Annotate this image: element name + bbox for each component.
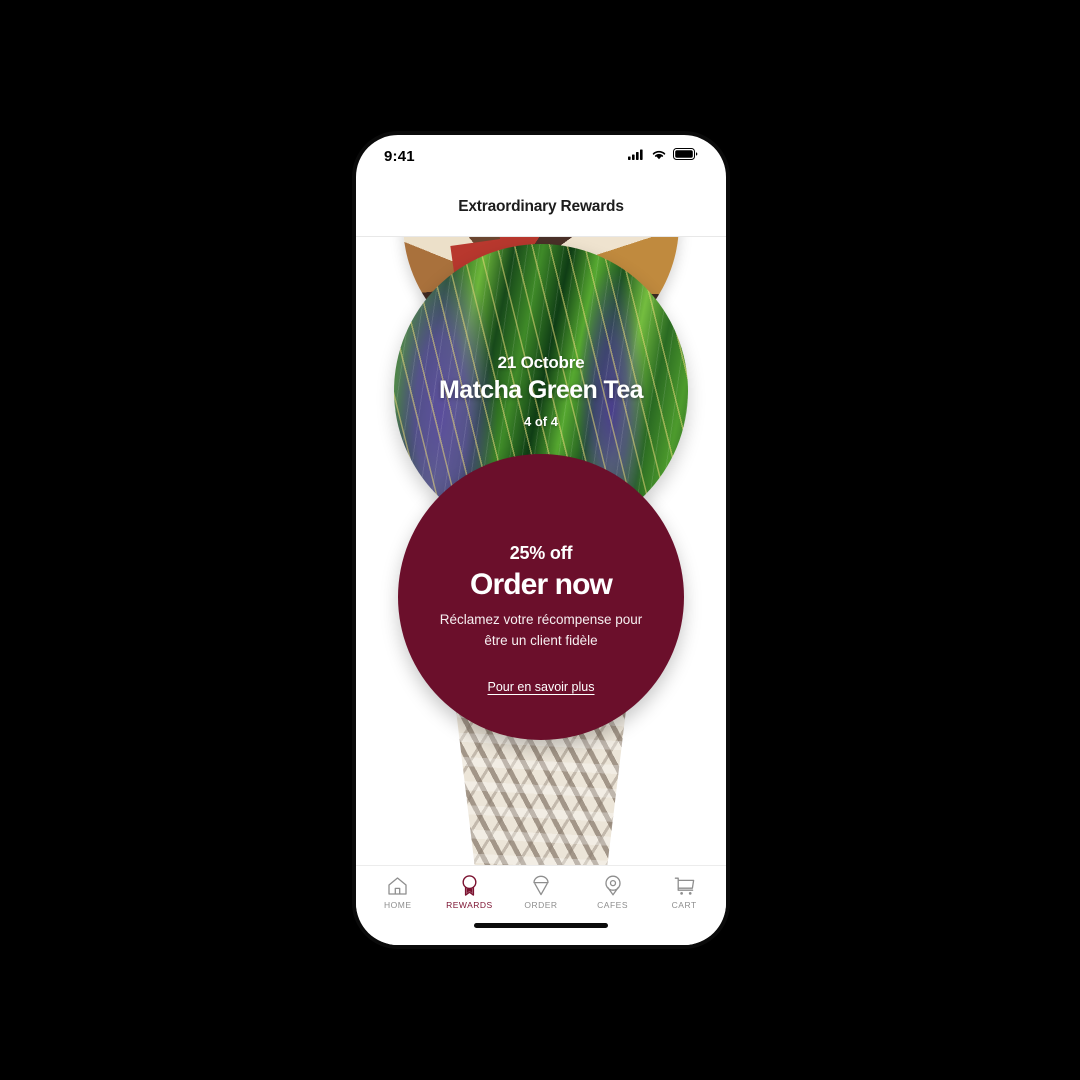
- screenshot-root: 9:41 Extraordinary Rewards 21 Octobre Ma…: [0, 0, 1080, 1080]
- status-bar-time: 9:41: [384, 147, 415, 165]
- cellular-signal-icon: [628, 147, 645, 165]
- phone-screen: 9:41 Extraordinary Rewards 21 Octobre Ma…: [356, 135, 726, 945]
- order-discount: 25% off: [509, 542, 573, 563]
- ice-cream-cone-icon: [532, 874, 550, 896]
- shopping-cart-icon: [674, 874, 695, 896]
- app-header: Extraordinary Rewards: [356, 177, 726, 237]
- page-title: Extraordinary Rewards: [458, 197, 624, 215]
- wifi-icon: [651, 147, 667, 165]
- nav-item-rewards[interactable]: REWARDS: [436, 874, 502, 910]
- matcha-date: 21 Octobre: [497, 353, 585, 372]
- status-bar: 9:41: [356, 135, 726, 177]
- order-description: Réclamez votre récompense pour être un c…: [439, 611, 643, 648]
- nav-label-cart: CART: [671, 899, 697, 910]
- home-icon: [387, 874, 408, 896]
- award-ribbon-icon: [460, 874, 479, 896]
- status-bar-icons: [628, 147, 698, 165]
- nav-item-home[interactable]: HOME: [365, 874, 431, 910]
- bottom-navigation-bar: HOME REWARDS ORDER CAFES CART: [356, 865, 726, 917]
- order-scoop-text: 25% off Order now Réclamez votre récompe…: [398, 543, 684, 652]
- nav-item-cart[interactable]: CART: [651, 874, 717, 910]
- nav-label-cafes: CAFES: [597, 899, 628, 910]
- nav-label-order: ORDER: [524, 899, 558, 910]
- nav-item-cafes[interactable]: CAFES: [580, 874, 646, 910]
- matcha-title: Matcha Green Tea: [439, 376, 644, 404]
- home-indicator-area: [356, 917, 726, 945]
- matcha-count: 4 of 4: [524, 414, 558, 429]
- battery-icon: [673, 147, 698, 165]
- map-pin-icon: [604, 874, 622, 896]
- order-now-heading: Order now: [470, 567, 613, 601]
- nav-item-order[interactable]: ORDER: [508, 874, 574, 910]
- nav-label-rewards: REWARDS: [446, 899, 493, 910]
- home-indicator[interactable]: [474, 923, 608, 928]
- reward-scoop-order[interactable]: 25% off Order now Réclamez votre récompe…: [398, 454, 684, 740]
- learn-more-link-order[interactable]: Pour en savoir plus: [398, 678, 684, 696]
- matcha-scoop-text: 21 Octobre Matcha Green Tea 4 of 4: [394, 353, 688, 429]
- learn-more-label[interactable]: Pour en savoir plus: [487, 680, 594, 694]
- nav-label-home: HOME: [384, 899, 412, 910]
- rewards-scroll-content[interactable]: Pour en savoir plus 21 Octobre Matcha Gr…: [356, 237, 726, 865]
